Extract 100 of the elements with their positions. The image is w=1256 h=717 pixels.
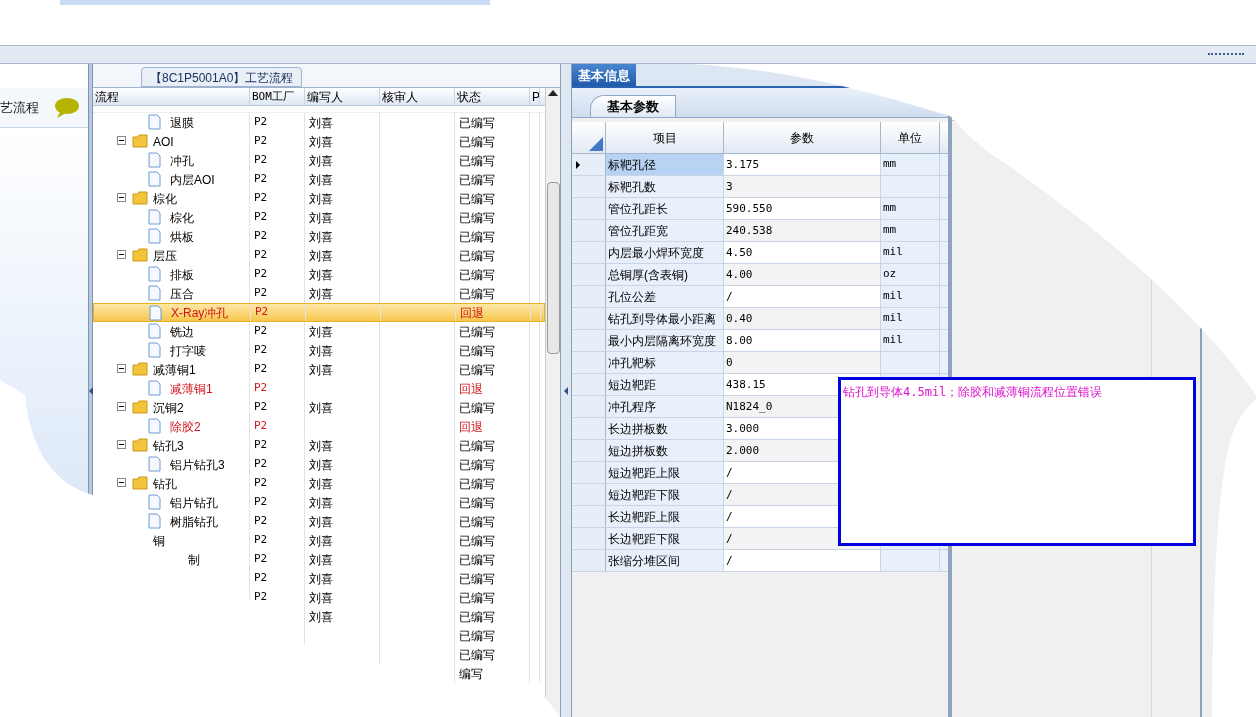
column-header[interactable]: 状态 — [455, 88, 530, 105]
table-cell[interactable]: 3.175 — [724, 154, 881, 175]
tree-node-label[interactable]: 内层AOI — [170, 170, 215, 189]
table-cell[interactable]: 管位孔距长 — [606, 198, 724, 219]
collapse-icon[interactable] — [117, 136, 126, 145]
table-row[interactable]: 标靶孔径 3.175 mm — [572, 154, 948, 176]
tree-node-label[interactable]: 减薄铜1 — [153, 360, 196, 379]
tree-node-label[interactable]: 打字唛 — [170, 341, 206, 360]
table-row[interactable]: 孔位公差 / mil — [572, 286, 948, 308]
table-cell[interactable]: 短边拼板数 — [606, 440, 724, 461]
table-cell-text: 刘喜 — [309, 114, 333, 132]
tree-node-label[interactable]: 铜 — [153, 531, 165, 550]
table-cell-text: 已编写 — [459, 190, 495, 208]
table-cell-text: 已编写 — [459, 570, 495, 588]
table-cell[interactable]: 8.00 — [724, 330, 881, 351]
selected-row[interactable]: X-Ray冲孔 P2 回退 — [93, 303, 545, 322]
table-cell[interactable]: / — [724, 550, 881, 571]
collapse-icon[interactable] — [117, 478, 126, 487]
tree-node-label[interactable]: 制 — [188, 550, 200, 569]
collapse-icon[interactable] — [117, 193, 126, 202]
tree-node-label[interactable]: 烘板 — [170, 227, 194, 246]
table-cell: P2 — [254, 551, 268, 568]
table-cell[interactable]: / — [724, 286, 881, 307]
table-cell[interactable]: 标靶孔径 — [606, 154, 724, 175]
table-row[interactable]: 管位孔距长 590.550 mm — [572, 198, 948, 220]
table-cell[interactable]: 总铜厚(含表铜) — [606, 264, 724, 285]
table-cell[interactable]: 孔位公差 — [606, 286, 724, 307]
tree-node-label[interactable]: 退膜 — [170, 113, 194, 132]
tree-node-label[interactable]: 排板 — [170, 265, 194, 284]
table-row[interactable]: 管位孔距宽 240.538 mm — [572, 220, 948, 242]
table-cell[interactable]: 240.538 — [724, 220, 881, 241]
tree-node-label[interactable]: 铝片钻孔 — [170, 493, 218, 512]
tree-node-label[interactable]: 除胶2 — [170, 417, 201, 436]
table-cell[interactable]: 冲孔程序 — [606, 396, 724, 417]
table-cell[interactable]: 4.00 — [724, 264, 881, 285]
table-cell[interactable]: 管位孔距宽 — [606, 220, 724, 241]
tree-node-label[interactable]: 铣边 — [170, 322, 194, 341]
grip-icon[interactable] — [1208, 53, 1244, 56]
table-row[interactable]: 总铜厚(含表铜) 4.00 oz — [572, 264, 948, 286]
table-cell[interactable]: 冲孔靶标 — [606, 352, 724, 373]
tree-node-label[interactable]: 层压 — [153, 246, 177, 265]
tree-node-label[interactable]: 沉铜2 — [153, 398, 184, 417]
table-cell[interactable]: 4.50 — [724, 242, 881, 263]
table-row[interactable]: 张缩分堆区间 / — [572, 550, 948, 572]
column-header[interactable]: P — [530, 88, 540, 105]
collapse-arrow-icon[interactable] — [88, 386, 93, 395]
tree-node-label[interactable]: 棕化 — [153, 189, 177, 208]
table-cell[interactable]: 长边拼板数 — [606, 418, 724, 439]
table-cell-text: 刘喜 — [309, 247, 333, 265]
tree-node-label[interactable]: X-Ray冲孔 — [171, 303, 229, 322]
table-row[interactable]: 钻孔到导体最小距离 0.40 mil — [572, 308, 948, 330]
tab[interactable]: 基本参数 — [590, 95, 676, 117]
table-cell-text: 已编写 — [459, 589, 495, 607]
tree-node-label[interactable]: 铝片钻孔3 — [170, 455, 225, 474]
table-cell[interactable]: 0 — [724, 352, 881, 373]
table-cell[interactable]: 短边靶距上限 — [606, 462, 724, 483]
sidebar-item[interactable]: 艺流程 — [0, 88, 88, 128]
table-cell: mil — [883, 244, 903, 261]
table-cell[interactable]: 0.40 — [724, 308, 881, 329]
tree-node-label[interactable]: 钻孔 — [153, 474, 177, 493]
table-row[interactable]: 冲孔靶标 0 — [572, 352, 948, 374]
column-header[interactable]: BOM工厂 — [250, 88, 305, 105]
table-cell[interactable]: 短边靶距下限 — [606, 484, 724, 505]
table-row[interactable]: 最小内层隔离环宽度 8.00 mil — [572, 330, 948, 352]
column-header[interactable]: 流程 — [93, 88, 250, 105]
table-cell[interactable]: 标靶孔数 — [606, 176, 724, 197]
scrollbar[interactable] — [545, 88, 560, 717]
table-cell[interactable]: 钻孔到导体最小距离 — [606, 308, 724, 329]
tree-node-label[interactable]: 减薄铜1 — [170, 379, 213, 398]
table-cell[interactable]: 内层最小焊环宽度 — [606, 242, 724, 263]
table-cell[interactable]: 长边靶距上限 — [606, 506, 724, 527]
table-cell[interactable]: 590.550 — [724, 198, 881, 219]
column-header[interactable]: 参数 — [724, 122, 881, 153]
tab[interactable]: 基本信息 — [572, 64, 636, 86]
panel-tab[interactable]: 【8C1P5001A0】工艺流程 — [141, 67, 303, 87]
table-row[interactable]: 内层最小焊环宽度 4.50 mil — [572, 242, 948, 264]
collapse-icon[interactable] — [117, 250, 126, 259]
collapse-icon[interactable] — [117, 364, 126, 373]
tree-node-label[interactable]: AOI — [153, 132, 174, 151]
tree-node-label[interactable]: 钻孔3 — [153, 436, 184, 455]
table-cell[interactable]: 3 — [724, 176, 881, 197]
collapse-arrow-icon[interactable] — [564, 386, 568, 395]
collapse-icon[interactable] — [117, 402, 126, 411]
column-header[interactable]: 编写人 — [305, 88, 380, 105]
table-cell[interactable]: 短边靶距 — [606, 374, 724, 395]
collapse-icon[interactable] — [117, 440, 126, 449]
tree-node-label[interactable]: 压合 — [170, 284, 194, 303]
tree-node-label[interactable]: 冲孔 — [170, 151, 194, 170]
tree-node-label[interactable]: 棕化 — [170, 208, 194, 227]
table-cell[interactable]: 最小内层隔离环宽度 — [606, 330, 724, 351]
table-cell-text: 刘喜 — [309, 608, 333, 626]
scroll-thumb[interactable] — [546, 182, 560, 354]
table-row[interactable]: 标靶孔数 3 — [572, 176, 948, 198]
tree-node-label[interactable]: 树脂钻孔 — [170, 512, 218, 531]
table-cell: mm — [883, 200, 897, 217]
column-header[interactable]: 项目 — [606, 122, 724, 153]
table-cell[interactable]: 张缩分堆区间 — [606, 550, 724, 571]
column-header[interactable]: 核审人 — [380, 88, 455, 105]
table-cell[interactable]: 长边靶距下限 — [606, 528, 724, 549]
column-header[interactable]: 单位 — [881, 122, 940, 153]
